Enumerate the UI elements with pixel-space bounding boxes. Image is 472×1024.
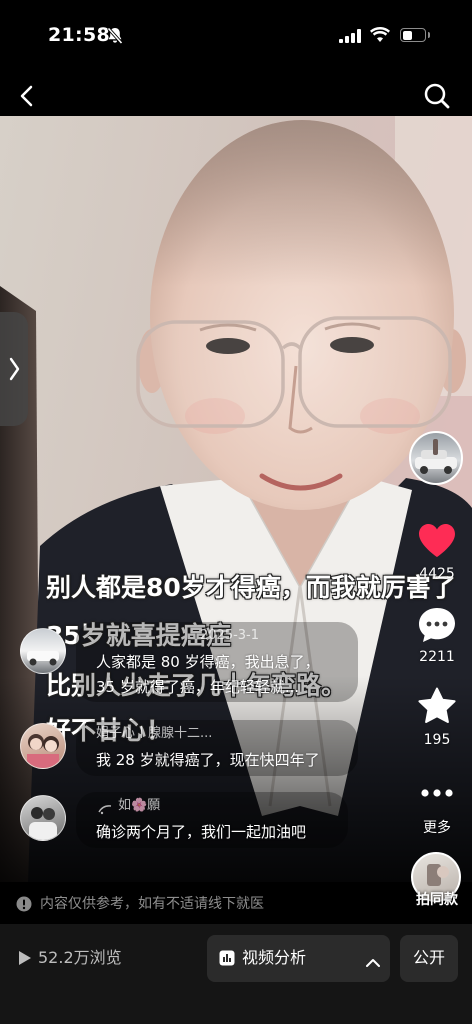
comment-icon [419, 608, 455, 642]
same-style-label[interactable]: 拍同款 [402, 891, 472, 909]
search-button[interactable] [423, 82, 451, 110]
search-icon [424, 83, 450, 109]
more-icon [421, 789, 453, 797]
floating-comment[interactable]: 2025-3-1 人家都是 80 岁得癌，我出息了， 35 岁就得了癌，年纪轻轻… [0, 620, 360, 704]
comment-text: 35 岁就得了癌，年纪轻轻就... [96, 678, 300, 696]
comment-text: 确诊两个月了，我们一起加油吧 [96, 823, 307, 841]
visibility-label: 公开 [412, 948, 445, 967]
battery-nub [428, 32, 430, 38]
heart-icon [419, 524, 455, 557]
side-drawer-tab[interactable] [0, 312, 28, 426]
battery-icon [400, 28, 426, 42]
video-analysis-button[interactable]: 视频分析 [207, 935, 390, 982]
avatar [20, 723, 66, 769]
view-count[interactable]: 52.2万浏览 [38, 947, 122, 969]
like-count: 4425 [419, 566, 455, 582]
chevron-right-icon [9, 357, 20, 381]
favorite-count: 195 [423, 732, 451, 748]
comment-text: 我 28 岁就得癌了，现在快四年了 [96, 751, 320, 769]
car-photo-thumbnail [415, 439, 457, 474]
wifi-icon [370, 26, 390, 46]
bell-slash-icon [107, 27, 123, 49]
video-analysis-label: 视频分析 [242, 948, 307, 967]
floating-comment[interactable]: 如🌸願 确诊两个月了，我们一起加油吧 [0, 790, 360, 850]
star-icon [418, 687, 456, 723]
sparkle-icon [98, 800, 112, 819]
floating-comment[interactable]: 娟子心丨腺腺十二... 我 28 岁就得癌了，现在快四年了 [0, 718, 360, 778]
comment-username: 娟子心丨腺腺十二... [96, 726, 213, 741]
chevron-up-icon [366, 953, 380, 972]
chevron-left-icon [20, 85, 33, 107]
visibility-button[interactable]: 公开 [400, 935, 458, 982]
avatar [20, 795, 66, 841]
comment-button[interactable] [417, 606, 457, 644]
caption-line: 别人都是80岁才得癌，而我就厉害了 [46, 573, 456, 602]
author-avatar[interactable] [409, 431, 463, 485]
info-icon [16, 896, 32, 916]
back-button[interactable] [16, 84, 40, 108]
favorite-button[interactable] [417, 686, 457, 724]
more-button[interactable] [419, 785, 455, 799]
battery-level-fill [402, 30, 412, 40]
comment-username: 2025-3-1 [200, 628, 260, 643]
avatar [20, 628, 66, 674]
status-time: 21:58 [48, 24, 110, 46]
comment-text: 人家都是 80 岁得癌，我出息了， [96, 653, 320, 671]
like-button[interactable] [417, 522, 457, 558]
play-icon [18, 950, 32, 970]
more-label: 更多 [423, 820, 451, 836]
status-bar: 21:58 [0, 0, 472, 70]
comment-username: 如🌸願 [118, 798, 161, 813]
comment-count: 2211 [419, 649, 455, 665]
health-disclaimer: 内容仅供参考，如有不适请线下就医 [40, 896, 264, 912]
chart-icon [219, 950, 235, 970]
signal-icon [339, 28, 361, 47]
